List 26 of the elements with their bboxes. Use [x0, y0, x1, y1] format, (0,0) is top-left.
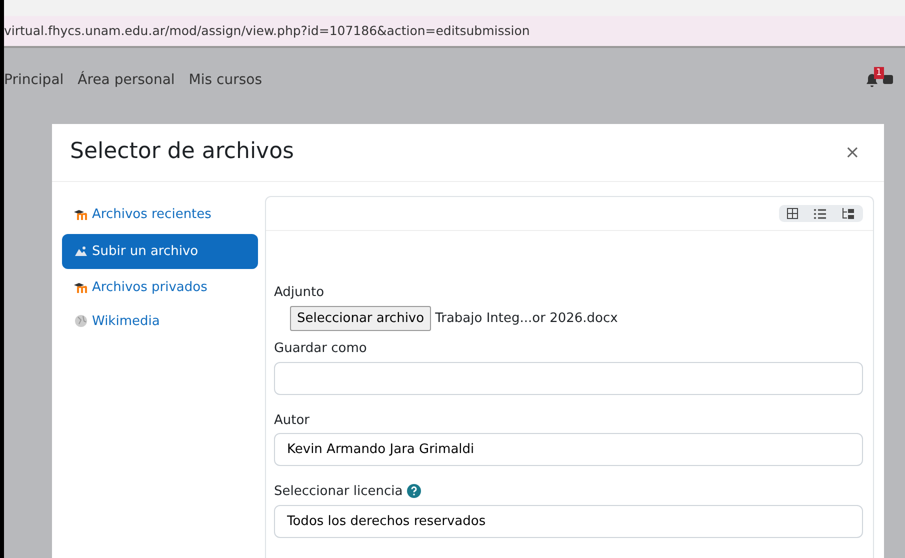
repository-link[interactable]: Archivos recientes [62, 200, 258, 230]
input-field[interactable] [274, 362, 863, 394]
field-label: Seleccionar licencia [274, 483, 403, 501]
bell-icon[interactable] [865, 72, 879, 88]
field-label: Autor [274, 412, 310, 430]
field-label: Adjunto [274, 284, 326, 302]
file-name: Trabajo Integ...or 2026.docx [435, 310, 618, 328]
tree-view-icon [842, 208, 855, 219]
input-field[interactable]: Kevin Armando Jara Grimaldi [274, 433, 863, 466]
choose-file-button[interactable]: Seleccionar archivo [290, 306, 432, 331]
input-field[interactable]: Todos los derechos reservados [274, 504, 863, 538]
graduation-cap-icon [74, 282, 88, 294]
grid-view-icon [787, 208, 798, 219]
repository-link[interactable]: Archivos privados [62, 273, 258, 302]
notification-count: 1 [874, 66, 884, 78]
upload-icon [74, 245, 88, 258]
list-view-icon [814, 208, 826, 218]
nav-link[interactable]: Área personal [78, 70, 175, 90]
dialog-title: Selector de archivos [70, 139, 294, 166]
nav-link[interactable]: Mis cursos [188, 70, 262, 90]
nav-link[interactable]: Principal [4, 70, 64, 90]
graduation-cap-icon [74, 209, 88, 220]
repository-link[interactable]: Subir un archivo [62, 234, 258, 269]
close-button[interactable]: × [838, 138, 866, 167]
field-label: Guardar como [274, 340, 367, 358]
repository-link[interactable]: Wikimedia [62, 306, 258, 336]
